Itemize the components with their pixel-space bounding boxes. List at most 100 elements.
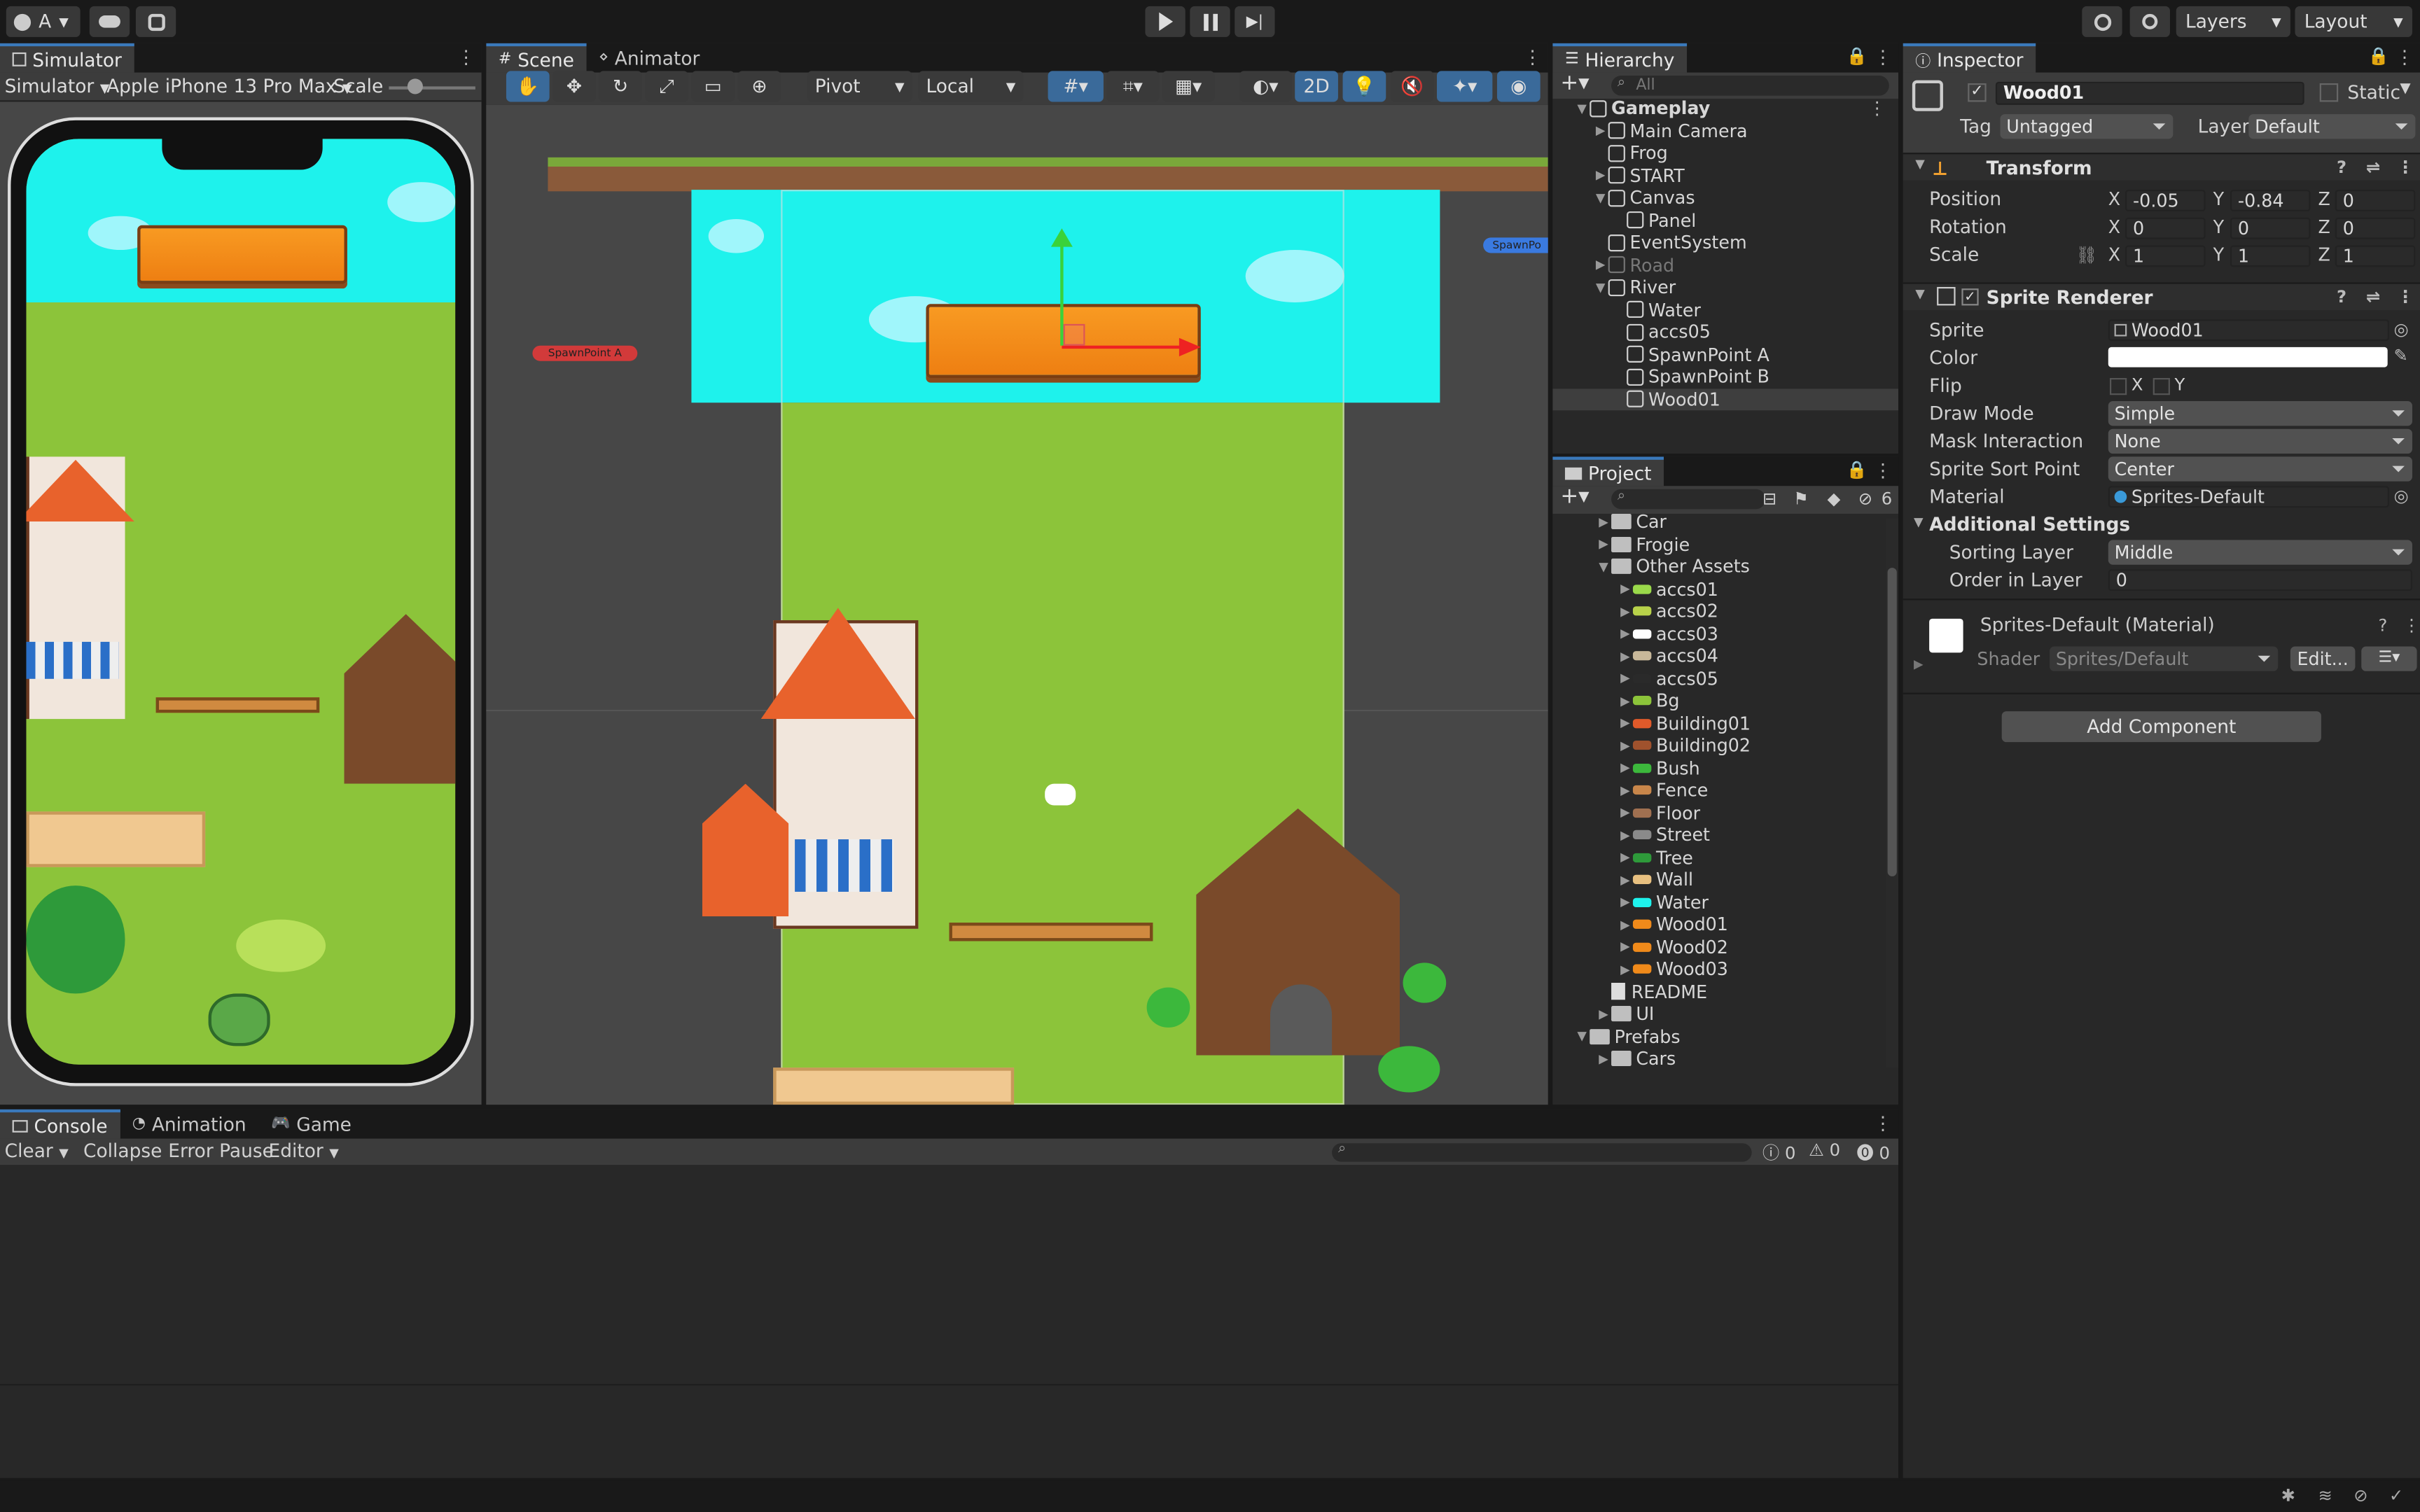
hierarchy-item[interactable]: ▶ Main Camera: [1552, 120, 1898, 142]
hierarchy-item[interactable]: ▶ Road: [1552, 254, 1898, 276]
project-item[interactable]: ▶ Wall: [1552, 869, 1886, 891]
project-item[interactable]: ▶ accs02: [1552, 600, 1886, 622]
more-options-icon[interactable]: ⋮: [2403, 615, 2420, 636]
project-item[interactable]: ▶ accs01: [1552, 578, 1886, 600]
gizmo-y-arrow[interactable]: [1050, 228, 1073, 247]
project-item[interactable]: ▶ Floor: [1552, 802, 1886, 824]
shader-options-button[interactable]: ☰▾: [2361, 646, 2417, 671]
spawnpoint-b-label[interactable]: SpawnPo: [1483, 237, 1548, 253]
chevron-right-icon[interactable]: ▶: [1914, 657, 1924, 671]
chevron-right-icon[interactable]: ▶: [1618, 582, 1633, 596]
more-options-icon[interactable]: ⋮: [2397, 287, 2414, 307]
bush[interactable]: [1403, 962, 1447, 1003]
project-item[interactable]: ▶ Car: [1552, 511, 1886, 533]
chevron-right-icon[interactable]: ▶: [1618, 828, 1633, 842]
project-item[interactable]: ▶ Fence: [1552, 779, 1886, 802]
chevron-right-icon[interactable]: ▶: [1618, 604, 1633, 618]
pause-button[interactable]: [1190, 6, 1230, 37]
network-icon[interactable]: ⊘: [2353, 1486, 2367, 1506]
tab-simulator[interactable]: Simulator: [0, 43, 134, 73]
chevron-down-icon[interactable]: ▼: [1574, 102, 1590, 115]
simulator-mode-dropdown[interactable]: Simulator ▼: [5, 76, 110, 97]
position-z-field[interactable]: 0: [2335, 190, 2416, 211]
chevron-right-icon[interactable]: ▶: [1593, 124, 1608, 138]
chevron-right-icon[interactable]: ▶: [1618, 694, 1633, 708]
increment-snap-button[interactable]: ⌗▾: [1106, 71, 1160, 102]
account-dropdown[interactable]: A ▼: [6, 6, 81, 37]
collab-button[interactable]: [135, 6, 176, 37]
project-item[interactable]: ▶ Wood02: [1552, 936, 1886, 958]
hierarchy-item[interactable]: ▶ START: [1552, 164, 1898, 187]
object-name-field[interactable]: Wood01: [1995, 81, 2304, 105]
play-button[interactable]: [1145, 6, 1185, 37]
console-splitter[interactable]: [0, 1384, 1899, 1386]
bush[interactable]: [1146, 987, 1190, 1028]
mask-interaction-dropdown[interactable]: None: [2108, 428, 2412, 454]
project-item[interactable]: ▶ accs05: [1552, 667, 1886, 690]
sprite-sort-point-dropdown[interactable]: Center: [2108, 456, 2412, 482]
more-options-icon[interactable]: ⋮: [1868, 97, 1886, 119]
tab-animator[interactable]: ⋄ Animator: [587, 43, 712, 73]
help-icon[interactable]: ?: [2337, 287, 2346, 307]
active-checkbox[interactable]: ✓: [1968, 83, 1987, 102]
console-search-input[interactable]: [1332, 1143, 1752, 1162]
help-icon[interactable]: ?: [2337, 158, 2346, 178]
hidden-packages-icon[interactable]: ⊘: [1858, 489, 1872, 510]
tab-project[interactable]: Project: [1552, 456, 1664, 486]
error-count-toggle[interactable]: ⓿ 0: [1857, 1140, 1890, 1165]
hierarchy-item[interactable]: ▼ Canvas: [1552, 187, 1898, 209]
filter-icon[interactable]: ⚑: [1793, 489, 1809, 510]
enabled-checkbox[interactable]: ✓: [1961, 288, 1979, 306]
hierarchy-item[interactable]: Panel: [1552, 209, 1898, 232]
more-options-icon[interactable]: ⋮: [1874, 1112, 1892, 1134]
position-y-field[interactable]: -0.84: [2230, 190, 2311, 211]
game-preview[interactable]: [26, 139, 456, 1065]
chevron-down-icon[interactable]: ▼: [2400, 82, 2410, 97]
sprite-field[interactable]: Wood01: [2108, 319, 2389, 342]
2d-toggle[interactable]: 2D: [1295, 71, 1338, 102]
layers-icon[interactable]: ≋: [2318, 1486, 2332, 1506]
warning-count-toggle[interactable]: ⚠ 0: [1809, 1140, 1840, 1161]
chevron-right-icon[interactable]: ▶: [1618, 873, 1633, 887]
scale-x-field[interactable]: 1: [2125, 245, 2206, 267]
draw-mode-dropdown[interactable]: Simple: [2108, 401, 2412, 426]
tab-hierarchy[interactable]: ☰ Hierarchy: [1552, 43, 1688, 73]
project-item[interactable]: ▶ Building02: [1552, 734, 1886, 757]
more-options-icon[interactable]: ⋮: [2397, 158, 2414, 178]
camera-gizmo-icon[interactable]: [1045, 783, 1076, 806]
scale-y-field[interactable]: 1: [2230, 245, 2311, 267]
chevron-right-icon[interactable]: ▶: [1596, 1007, 1611, 1021]
edit-shader-button[interactable]: Edit...: [2290, 646, 2356, 671]
order-in-layer-field[interactable]: 0: [2108, 569, 2412, 592]
more-options-icon[interactable]: ⋮: [1874, 460, 1892, 482]
hierarchy-item[interactable]: Wood01: [1552, 388, 1899, 411]
grid-snap-button[interactable]: #▾: [1048, 71, 1104, 102]
layers-dropdown[interactable]: Layers ▼: [2176, 6, 2290, 37]
project-item[interactable]: ▶ Cars: [1552, 1048, 1886, 1070]
eyedropper-icon[interactable]: ✎: [2394, 346, 2408, 366]
rotate-tool-button[interactable]: ↻: [599, 71, 642, 102]
hierarchy-item[interactable]: Water: [1552, 298, 1898, 321]
chevron-right-icon[interactable]: ▶: [1618, 716, 1633, 730]
rotation-x-field[interactable]: 0: [2125, 217, 2206, 239]
step-button[interactable]: ▶|: [1235, 6, 1275, 37]
chevron-right-icon[interactable]: ▶: [1618, 895, 1633, 909]
layer-dropdown[interactable]: Default: [2248, 114, 2416, 139]
transform-tool-button[interactable]: ⊕: [737, 71, 781, 102]
search-button[interactable]: [2129, 6, 2170, 37]
more-options-icon[interactable]: ⋮: [2395, 46, 2414, 68]
hierarchy-item[interactable]: ▼ River: [1552, 276, 1898, 299]
rotation-z-field[interactable]: 0: [2335, 217, 2416, 239]
hierarchy-item[interactable]: EventSystem: [1552, 232, 1898, 254]
hierarchy-item[interactable]: Frog: [1552, 142, 1898, 164]
scale-tool-button[interactable]: ⤢: [645, 71, 689, 102]
chevron-right-icon[interactable]: ▶: [1618, 671, 1633, 685]
editor-dropdown[interactable]: Editor ▼: [269, 1140, 339, 1162]
chevron-down-icon[interactable]: ▼: [1574, 1030, 1590, 1044]
project-search-input[interactable]: [1611, 489, 1766, 510]
chevron-down-icon[interactable]: ▼: [1593, 191, 1608, 205]
chevron-down-icon[interactable]: ▼: [1593, 281, 1608, 295]
project-item[interactable]: ▼ Other Assets: [1552, 555, 1886, 578]
gizmo-x-arrow[interactable]: [1178, 337, 1201, 357]
hierarchy-search-input[interactable]: All: [1611, 76, 1889, 96]
